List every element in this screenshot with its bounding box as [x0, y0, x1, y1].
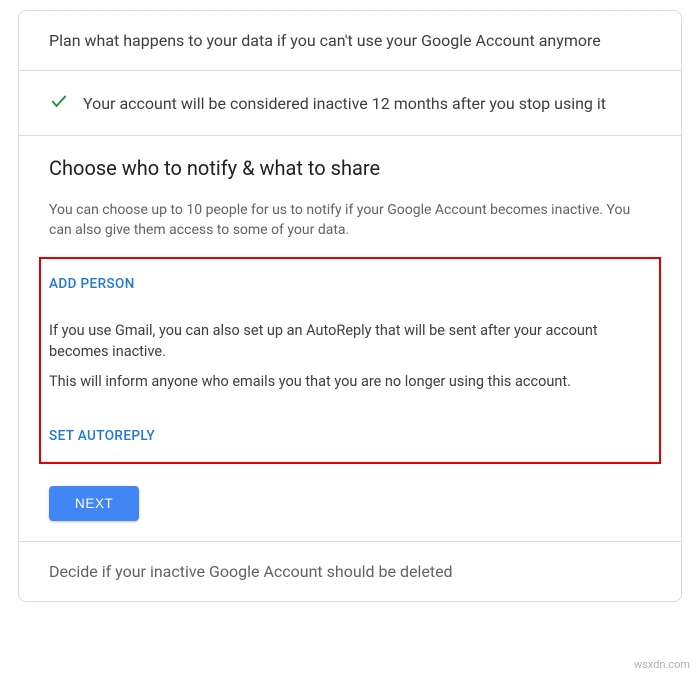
- watermark-text: wsxdn.com: [634, 658, 690, 671]
- autoreply-paragraph-2: This will inform anyone who emails you t…: [49, 371, 651, 393]
- inactive-status-section: Your account will be considered inactive…: [19, 71, 681, 136]
- delete-section: Decide if your inactive Google Account s…: [19, 542, 681, 601]
- notify-heading: Choose who to notify & what to share: [49, 156, 651, 180]
- notify-description: You can choose up to 10 people for us to…: [49, 200, 651, 241]
- autoreply-paragraph-1: If you use Gmail, you can also set up an…: [49, 320, 651, 364]
- settings-card: Plan what happens to your data if you ca…: [18, 10, 682, 602]
- set-autoreply-button[interactable]: SET AUTOREPLY: [49, 428, 155, 444]
- delete-title: Decide if your inactive Google Account s…: [49, 562, 651, 581]
- checkmark-icon: [49, 91, 69, 115]
- highlighted-region: ADD PERSON If you use Gmail, you can als…: [39, 257, 661, 464]
- plan-title: Plan what happens to your data if you ca…: [49, 31, 651, 50]
- next-button[interactable]: NEXT: [49, 486, 139, 521]
- notify-section: Choose who to notify & what to share You…: [19, 136, 681, 542]
- inactive-status-line: Your account will be considered inactive…: [49, 91, 651, 115]
- plan-section: Plan what happens to your data if you ca…: [19, 11, 681, 71]
- inactive-status-text: Your account will be considered inactive…: [83, 94, 606, 113]
- add-person-button[interactable]: ADD PERSON: [49, 276, 135, 292]
